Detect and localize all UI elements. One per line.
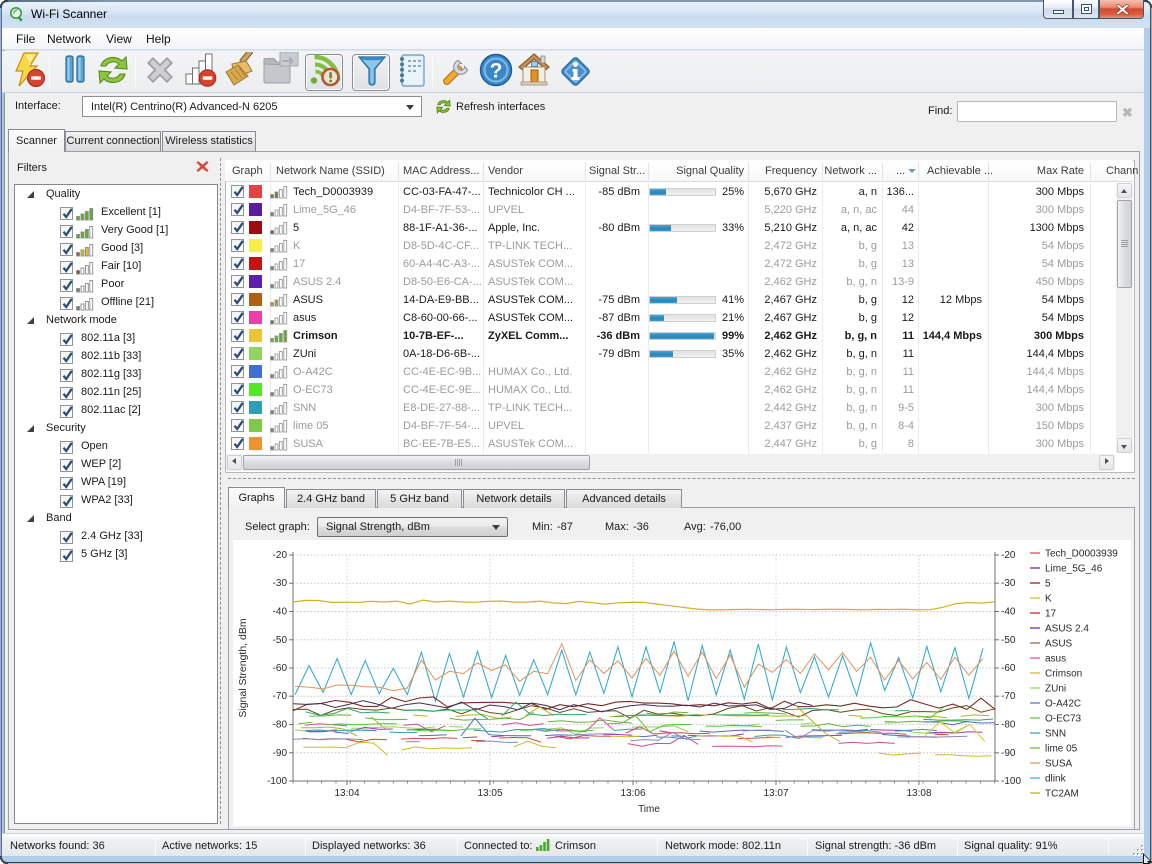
svg-text:13:08: 13:08 (906, 788, 931, 799)
svg-text:-60: -60 (273, 663, 288, 674)
svg-text:-90: -90 (273, 748, 288, 759)
svg-text:lime 05: lime 05 (1045, 744, 1078, 755)
svg-text:-90: -90 (1001, 748, 1016, 759)
svg-text:asus: asus (1045, 654, 1066, 665)
svg-text:-40: -40 (1001, 607, 1016, 618)
svg-text:Lime_5G_46: Lime_5G_46 (1045, 564, 1103, 575)
svg-text:-50: -50 (273, 635, 288, 646)
svg-text:-60: -60 (1001, 663, 1016, 674)
svg-text:-100: -100 (267, 776, 287, 787)
svg-text:O-A42C: O-A42C (1045, 699, 1081, 710)
svg-text:TC2AM: TC2AM (1045, 789, 1079, 800)
svg-text:-80: -80 (273, 720, 288, 731)
svg-text:Crimson: Crimson (1045, 669, 1082, 680)
svg-text:Signal Strength, dBm: Signal Strength, dBm (237, 618, 249, 717)
svg-text:-100: -100 (1001, 776, 1021, 787)
svg-text:13:05: 13:05 (477, 788, 502, 799)
svg-text:dlink: dlink (1045, 774, 1067, 785)
svg-text:Time: Time (638, 804, 660, 815)
svg-text:-20: -20 (1001, 550, 1016, 561)
svg-text:-30: -30 (1001, 578, 1016, 589)
svg-text:13:07: 13:07 (763, 788, 788, 799)
svg-text:-40: -40 (273, 607, 288, 618)
svg-text:-30: -30 (273, 578, 288, 589)
svg-text:13:04: 13:04 (334, 788, 359, 799)
svg-text:-70: -70 (273, 691, 288, 702)
svg-text:K: K (1045, 594, 1052, 605)
svg-text:-80: -80 (1001, 720, 1016, 731)
svg-text:ASUS 2.4: ASUS 2.4 (1045, 624, 1089, 635)
svg-text:-70: -70 (1001, 691, 1016, 702)
svg-text:SUSA: SUSA (1045, 759, 1073, 770)
svg-text:ASUS: ASUS (1045, 639, 1073, 650)
svg-text:13:06: 13:06 (620, 788, 645, 799)
svg-text:-20: -20 (273, 550, 288, 561)
svg-text:-50: -50 (1001, 635, 1016, 646)
svg-text:SNN: SNN (1045, 729, 1066, 740)
svg-text:O-EC73: O-EC73 (1045, 714, 1082, 725)
svg-text:17: 17 (1045, 609, 1057, 620)
svg-text:Tech_D0003939: Tech_D0003939 (1045, 549, 1118, 560)
svg-text:5: 5 (1045, 579, 1051, 590)
svg-text:ZUni: ZUni (1045, 684, 1066, 695)
